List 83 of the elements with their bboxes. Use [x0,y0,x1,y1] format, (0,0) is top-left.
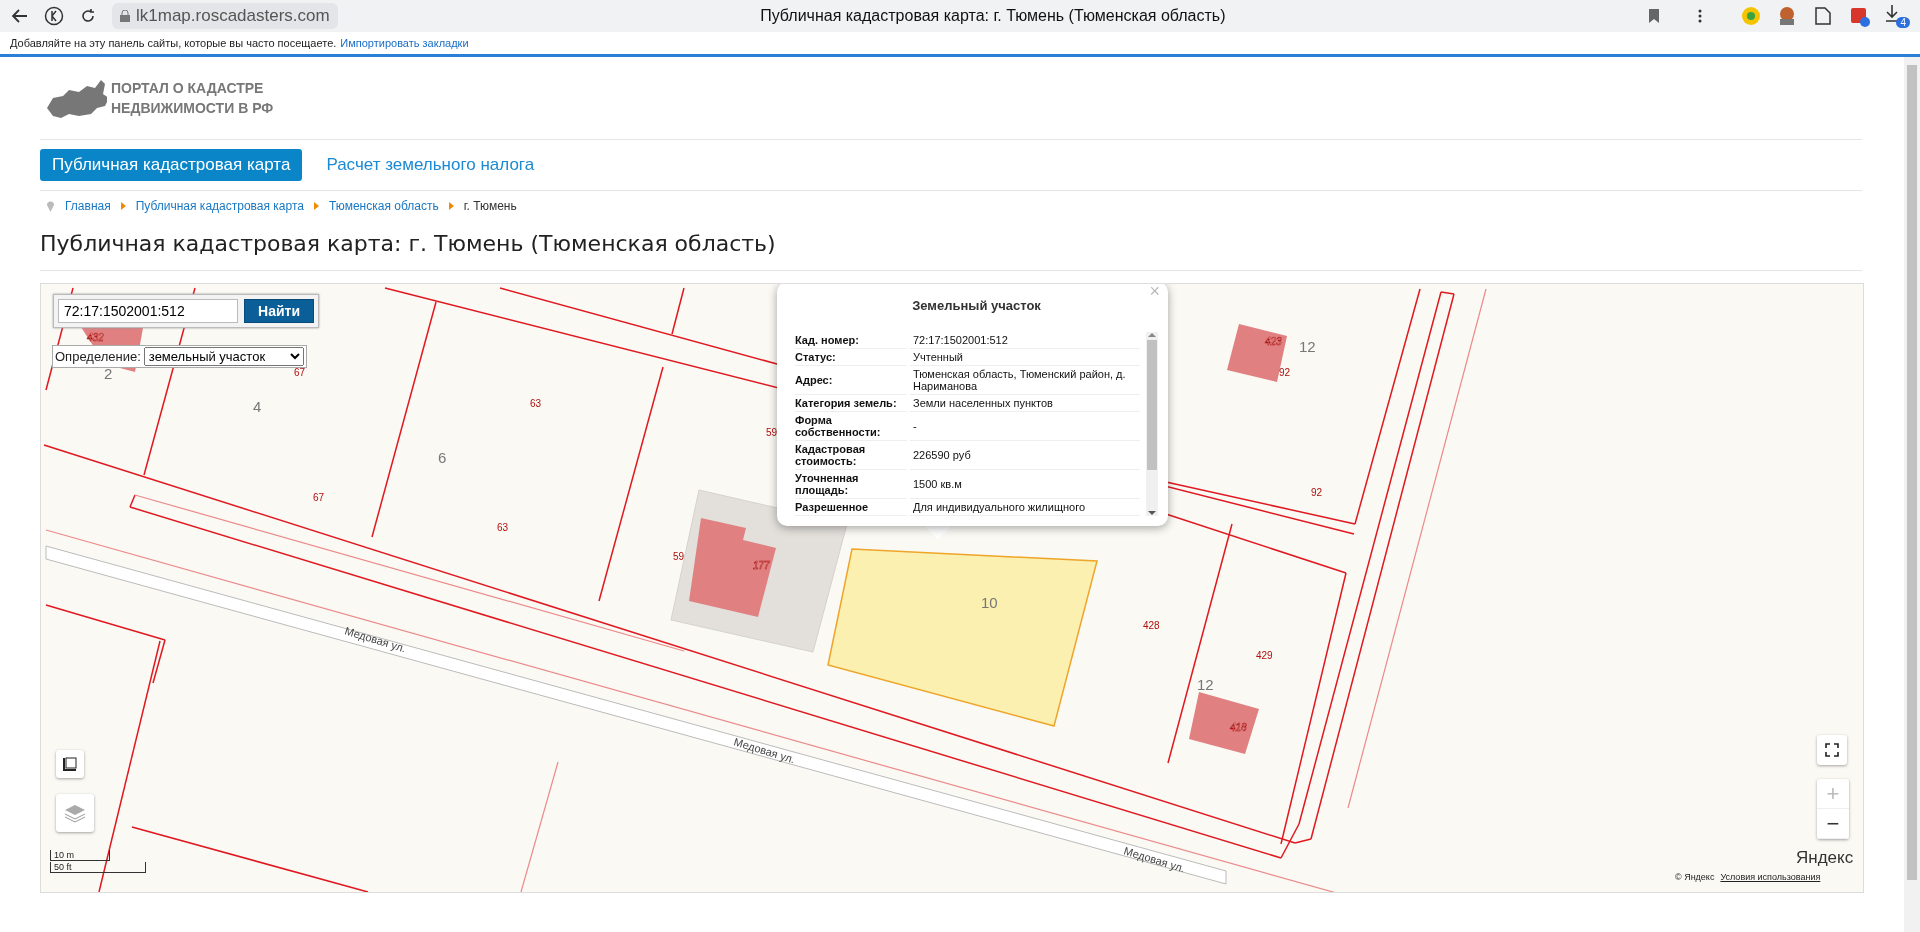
field-label: Кад. номер: [795,332,907,349]
lock-icon [120,10,130,22]
field-label: Форма собственности: [795,412,907,441]
building [1189,692,1259,754]
field-value: Учтенный [910,349,1140,366]
building-number: 423 [1265,336,1282,347]
breadcrumb-link[interactable]: Тюменская область [328,199,439,213]
scroll-up-icon[interactable] [1148,332,1156,338]
terms-link[interactable]: Условия использования [1720,872,1821,882]
plot-number: 12 [1197,676,1214,693]
browser-logo-icon[interactable] [44,6,64,26]
field-label: Адрес: [795,366,907,395]
field-value: - [910,412,1140,441]
russia-map-icon [45,78,107,118]
field-value: Тюменская область, Тюменский район, д. Нариманова [910,366,1140,395]
boundary-number: 428 [1143,620,1160,631]
scale-bar: 10 m [50,850,110,861]
download-button[interactable]: 4 [1884,4,1910,28]
address-bar[interactable]: lk1map.roscadasters.com [112,3,338,29]
plot-number: 12 [1299,338,1316,355]
building-number: 418 [1230,722,1247,733]
cadastral-number-field[interactable]: 72:17:1502001:512 [58,299,238,323]
breadcrumb-arrow-icon [448,202,454,210]
page-tab-title: Публичная кадастровая карта: г. Тюмень (Тюменская область) [759,7,1227,25]
breadcrumb-link[interactable]: Публичная кадастровая карта [135,199,304,213]
extension-icon[interactable] [1812,5,1834,27]
extension-icon[interactable] [1740,5,1762,27]
ruler-icon [63,757,77,771]
plot-number: 6 [438,449,447,466]
ruler-button[interactable] [56,750,84,778]
field-label: Уточненная площадь: [795,470,907,499]
field-value: 72:17:1502001:512 [910,332,1140,349]
field-value: Земли населенных пунктов [910,395,1140,412]
field-label: Разрешенное [795,499,907,516]
field-label: Статус: [795,349,907,366]
boundary-number: 59 [673,551,685,562]
map-provider-logo: Яндекс [1796,848,1854,868]
bookmark-icon[interactable] [1648,8,1660,24]
nav-tab[interactable]: Публичная кадастровая карта [40,149,303,181]
field-label: Кадастровая стоимость: [795,441,907,470]
fullscreen-button[interactable] [1817,735,1847,765]
zoom-out-button[interactable]: − [1817,809,1849,839]
page-title: Публичная кадастровая карта: г. Тюмень (Тюменская область) [40,221,1862,271]
building-number: 432 [87,332,104,343]
field-value: 226590 руб [910,441,1140,470]
breadcrumb-arrow-icon [313,202,319,210]
popup-title: Земельный участок [912,298,1041,313]
building-number: 177 [753,560,770,571]
plot-number: 10 [981,594,998,611]
boundary-number: 429 [1256,650,1273,661]
boundary-number: 67 [294,367,306,378]
popup-scrollbar[interactable] [1146,332,1158,516]
download-icon [1884,4,1900,22]
field-value: 1500 кв.м [910,470,1140,499]
nav-tab[interactable]: Расчет земельного налога [314,149,547,181]
breadcrumb-link[interactable]: Главная [65,199,111,213]
boundary-number: 67 [313,492,325,503]
boundary-number: 92 [1311,487,1323,498]
extension-icon[interactable] [1848,5,1870,27]
bookmarks-hint: Добавляйте на эту панель сайты, которые вы часто посещаете. [10,37,337,49]
boundary-number: 63 [530,398,542,409]
boundary-number: 59 [766,427,778,438]
import-bookmarks-link[interactable]: Импортировать закладки [340,37,469,49]
plot-number: 4 [253,398,262,415]
scroll-down-icon[interactable] [1148,510,1156,516]
scrollbar[interactable] [1904,57,1920,932]
site-logo-text: ПОРТАЛ О КАДАСТРЕ НЕДВИЖИМОСТИ В РФ [111,79,274,118]
location-pin-icon [46,200,55,212]
field-value: Для индивидуального жилищного [910,499,1140,516]
breadcrumb-arrow-icon [120,202,126,210]
find-button[interactable]: Найти [244,299,314,323]
scale-bar: 50 ft [50,862,146,873]
fullscreen-icon [1825,743,1839,757]
copyright-text: © Яндекс [1675,872,1715,882]
plot-number: 2 [104,365,113,382]
boundary-number: 92 [1279,367,1291,378]
breadcrumb-current: г. Тюмень [463,199,517,213]
boundary-number: 63 [497,522,509,533]
definition-label: Определение: [55,349,141,364]
field-label: Категория земель: [795,395,907,412]
menu-icon[interactable] [1698,8,1702,24]
definition-select[interactable]: земельный участок [143,347,304,366]
layers-icon [64,803,86,823]
